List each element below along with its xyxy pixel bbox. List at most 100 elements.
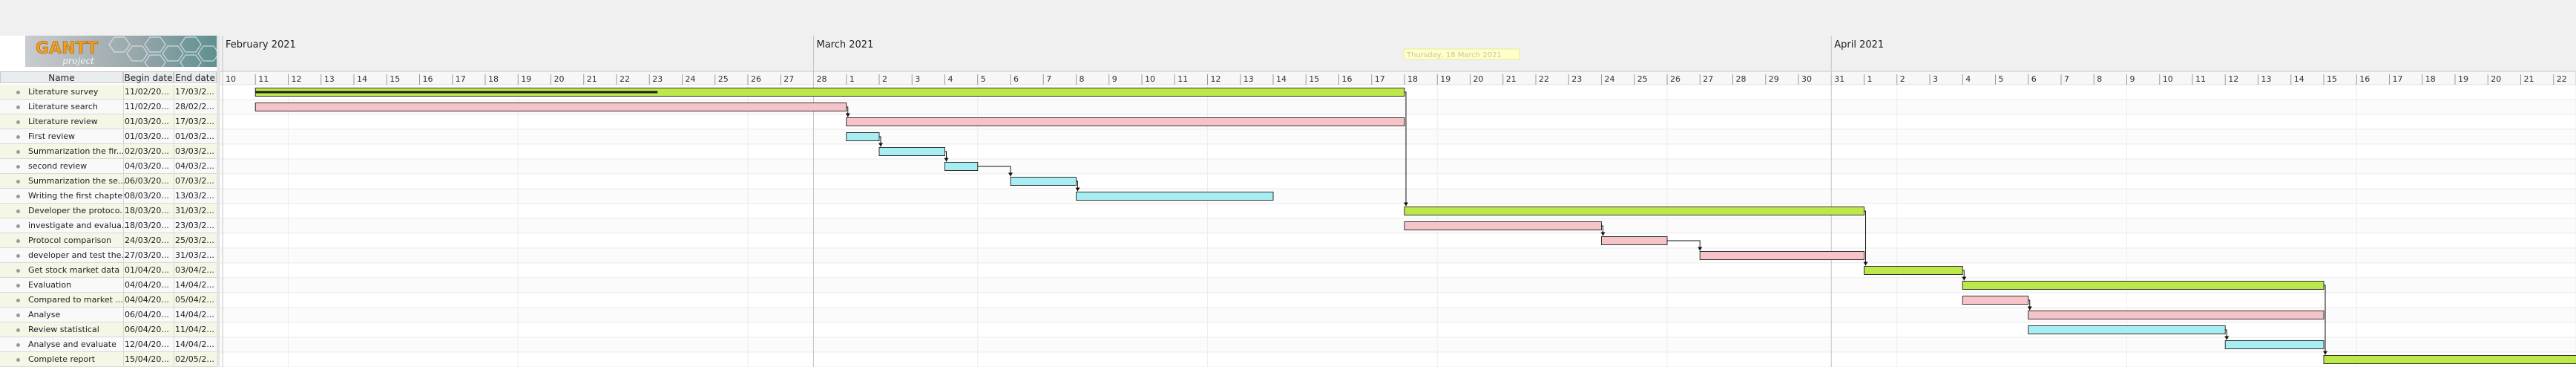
task-bar[interactable]	[1962, 281, 2324, 290]
day-label: 14	[1276, 74, 1287, 84]
column-divider	[123, 278, 124, 293]
table-row[interactable]: Evaluation 04/04/20... 14/04/2...	[0, 278, 217, 293]
task-bullet-icon	[16, 150, 20, 154]
task-bullet-icon	[16, 135, 20, 139]
table-row[interactable]: Literature survey 11/02/20... 17/03/2...	[0, 85, 217, 100]
table-row[interactable]: Review statistical 06/04/20... 11/04/2...	[0, 322, 217, 337]
day-label: 10	[2163, 74, 2173, 84]
task-bullet-icon	[16, 195, 20, 198]
task-end-cell[interactable]: 07/03/2...	[175, 174, 217, 189]
task-begin-cell[interactable]: 18/03/20...	[125, 204, 171, 218]
column-header-begin-date[interactable]: Begin date	[123, 71, 174, 83]
task-end-cell[interactable]: 05/04/2...	[175, 293, 217, 308]
task-begin-cell[interactable]: 04/04/20...	[125, 278, 171, 293]
task-bullet-icon	[16, 343, 20, 347]
task-end-cell[interactable]: 13/03/2...	[175, 189, 217, 204]
task-end-cell[interactable]: 31/03/2...	[175, 204, 217, 218]
task-end-cell[interactable]: 14/04/2...	[175, 278, 217, 293]
task-bar[interactable]	[254, 103, 847, 111]
task-bar[interactable]	[846, 132, 880, 141]
task-bar[interactable]	[944, 162, 979, 171]
toolbar-area	[0, 0, 2576, 36]
task-bar[interactable]	[1404, 221, 1602, 230]
task-end-cell[interactable]: 11/04/2...	[175, 322, 217, 337]
task-begin-cell[interactable]: 18/03/20...	[125, 218, 171, 233]
table-row[interactable]: Compared to market ... 04/04/20... 05/04/2…	[0, 293, 217, 308]
day-label: 15	[2327, 74, 2337, 84]
task-begin-cell[interactable]: 27/03/20...	[125, 248, 171, 263]
task-end-cell[interactable]: 17/03/2...	[175, 85, 217, 100]
table-row[interactable]: Developer the protoco... 18/03/20... 31/03…	[0, 204, 217, 218]
task-begin-cell[interactable]: 12/04/20...	[125, 337, 171, 352]
table-row[interactable]: investigate and evalua... 18/03/20... 23/0…	[0, 218, 217, 233]
task-bar[interactable]	[2323, 355, 2576, 364]
table-row[interactable]: Complete report 15/04/20... 02/05/2...	[0, 352, 217, 367]
task-begin-cell[interactable]: 02/03/20...	[125, 144, 171, 159]
table-row[interactable]: Writing the first chapter 08/03/20... 13/0…	[0, 189, 217, 204]
task-bar[interactable]	[2224, 340, 2324, 349]
task-begin-cell[interactable]: 06/04/20...	[125, 322, 171, 337]
task-end-cell[interactable]: 01/03/2...	[175, 129, 217, 144]
table-row[interactable]: First review 01/03/20... 01/03/2...	[0, 129, 217, 144]
day-label: 3	[1933, 74, 1938, 84]
task-begin-cell[interactable]: 15/04/20...	[125, 352, 171, 367]
task-begin-cell[interactable]: 01/03/20...	[125, 114, 171, 129]
task-end-cell[interactable]: 03/04/2...	[175, 263, 217, 278]
table-row[interactable]: Protocol comparison 24/03/20... 25/03/2...	[0, 233, 217, 248]
table-row[interactable]: Summarization the fir... 02/03/20... 03/03…	[0, 144, 217, 159]
task-end-cell[interactable]: 14/04/2...	[175, 337, 217, 352]
task-begin-cell[interactable]: 11/02/20...	[125, 100, 171, 114]
task-bar[interactable]	[878, 147, 945, 156]
table-row[interactable]: Get stock market data 01/04/20... 03/04/2.…	[0, 263, 217, 278]
table-row[interactable]: Literature search 11/02/20... 28/02/2...	[0, 100, 217, 114]
chart-row	[220, 337, 2576, 353]
task-begin-cell[interactable]: 04/04/20...	[125, 293, 171, 308]
column-header-name[interactable]: Name	[0, 71, 123, 83]
task-begin-cell[interactable]: 06/04/20...	[125, 308, 171, 322]
task-bar[interactable]	[1699, 251, 1864, 260]
task-bar[interactable]	[2028, 325, 2226, 334]
day-label: 21	[2524, 74, 2534, 84]
task-begin-cell[interactable]: 04/03/20...	[125, 159, 171, 174]
column-header-end-date[interactable]: End date	[174, 71, 217, 83]
task-bar[interactable]	[2028, 311, 2324, 319]
task-bullet-icon	[16, 105, 20, 109]
task-end-cell[interactable]: 31/03/2...	[175, 248, 217, 263]
task-bar[interactable]	[1864, 266, 1963, 275]
task-end-cell[interactable]: 23/03/2...	[175, 218, 217, 233]
table-row[interactable]: Analyse and evaluate 12/04/20... 14/04/2..…	[0, 337, 217, 352]
day-label: 27	[783, 74, 794, 84]
task-end-cell[interactable]: 25/03/2...	[175, 233, 217, 248]
task-begin-cell[interactable]: 01/03/20...	[125, 129, 171, 144]
table-row[interactable]: Literature review 01/03/20... 17/03/2...	[0, 114, 217, 129]
table-row[interactable]: Analyse 06/04/20... 14/04/2...	[0, 308, 217, 322]
day-label: 25	[1637, 74, 1648, 84]
table-row[interactable]: developer and test the... 27/03/20... 31/0…	[0, 248, 217, 263]
column-divider	[123, 174, 124, 189]
task-bar[interactable]	[1601, 236, 1668, 245]
column-divider	[123, 218, 124, 233]
table-row[interactable]: second review 04/03/20... 04/03/2...	[0, 159, 217, 174]
column-divider	[123, 263, 124, 278]
task-bar[interactable]	[846, 117, 1405, 126]
task-end-cell[interactable]: 03/03/2...	[175, 144, 217, 159]
day-label: 1	[1867, 74, 1873, 84]
column-divider	[123, 189, 124, 204]
task-begin-cell[interactable]: 01/04/20...	[125, 263, 171, 278]
task-begin-cell[interactable]: 06/03/20...	[125, 174, 171, 189]
task-end-cell[interactable]: 28/02/2...	[175, 100, 217, 114]
table-row[interactable]: Summarization the se... 06/03/20... 07/03/…	[0, 174, 217, 189]
task-begin-cell[interactable]: 11/02/20...	[125, 85, 171, 100]
task-end-cell[interactable]: 04/03/2...	[175, 159, 217, 174]
gantt-chart[interactable]: 10 11 12 13 14 15 16 17 18 19 20 21 22 23 24 25 26 27 28 1 2…	[220, 36, 2576, 367]
task-bar[interactable]	[1404, 207, 1864, 215]
task-bar[interactable]	[1010, 177, 1077, 186]
task-begin-cell[interactable]: 08/03/20...	[125, 189, 171, 204]
task-begin-cell[interactable]: 24/03/20...	[125, 233, 171, 248]
task-end-cell[interactable]: 17/03/2...	[175, 114, 217, 129]
task-bar[interactable]	[1962, 296, 2029, 305]
column-divider	[123, 204, 124, 218]
task-end-cell[interactable]: 14/04/2...	[175, 308, 217, 322]
task-end-cell[interactable]: 02/05/2...	[175, 352, 217, 367]
task-bar[interactable]	[1076, 192, 1274, 201]
